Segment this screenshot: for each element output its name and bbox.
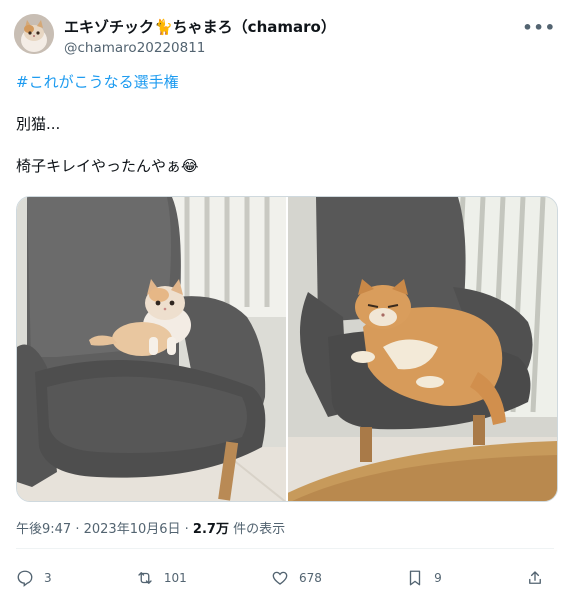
- divider: [16, 548, 554, 549]
- views-count: 2.7万: [192, 522, 229, 537]
- share-icon: [529, 571, 541, 584]
- cat-avatar-icon: [14, 14, 54, 54]
- bookmark-count: 9: [434, 571, 442, 585]
- cat-lying-on-chair-image: [288, 197, 557, 501]
- share-button[interactable]: [526, 569, 554, 587]
- tweet-time[interactable]: 午後9:47: [16, 522, 71, 537]
- like-count: 678: [298, 571, 322, 585]
- retweet-button[interactable]: 101: [136, 569, 187, 587]
- tweet-header: エキゾチック🐈ちゃまろ（chamaro） @chamaro20220811 ••…: [14, 14, 556, 58]
- action-bar: 3 101 678 9: [16, 566, 554, 590]
- kitten-on-chair-image: [17, 197, 286, 501]
- tweet-text: #これがこうなる選手権 別猫... 椅子キレイやったんやぁ😂: [16, 72, 554, 176]
- reply-icon: [17, 570, 33, 587]
- hashtag-link[interactable]: #これがこうなる選手権: [16, 72, 554, 92]
- tweet-date[interactable]: 2023年10月6日: [84, 522, 181, 537]
- like-button[interactable]: 678: [271, 569, 322, 587]
- author-block: エキゾチック🐈ちゃまろ（chamaro） @chamaro20220811: [64, 16, 336, 56]
- meta-separator: ·: [180, 522, 193, 537]
- views-label: 件の表示: [228, 522, 286, 537]
- retweet-count: 101: [163, 571, 187, 585]
- bookmark-icon: [409, 570, 421, 586]
- photo-grown-cat[interactable]: [288, 197, 557, 501]
- tweet-line: 椅子キレイやったんやぁ😂: [16, 157, 199, 175]
- meta-separator: ·: [71, 522, 84, 537]
- bookmark-button[interactable]: 9: [406, 569, 442, 587]
- photo-kitten[interactable]: [17, 197, 286, 501]
- display-name[interactable]: エキゾチック🐈ちゃまろ（chamaro）: [64, 16, 336, 37]
- retweet-icon: [138, 572, 152, 584]
- media-grid: [16, 196, 558, 502]
- reply-count: 3: [44, 571, 52, 585]
- user-handle[interactable]: @chamaro20220811: [64, 40, 336, 56]
- tweet-meta: 午後9:47 · 2023年10月6日 · 2.7万 件の表示: [16, 518, 285, 537]
- avatar[interactable]: [14, 14, 54, 54]
- heart-icon: [272, 571, 288, 585]
- reply-button[interactable]: 3: [16, 569, 52, 587]
- more-options-icon[interactable]: •••: [522, 18, 556, 37]
- tweet-line: 別猫...: [16, 115, 61, 133]
